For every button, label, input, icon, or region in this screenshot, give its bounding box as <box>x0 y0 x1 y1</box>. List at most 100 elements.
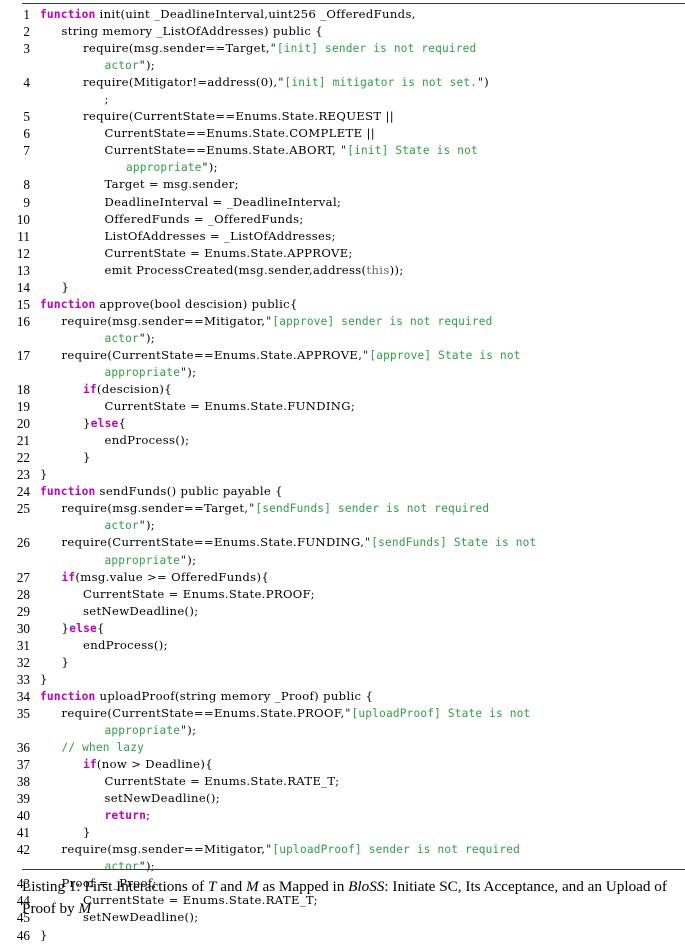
code-line: 34 function uploadProof(string memory _Pr… <box>0 688 685 705</box>
code-line: 40 return; <box>0 807 685 824</box>
code-line: 3 require(msg.sender==Target,"[init] send… <box>0 40 685 57</box>
code-token-id: OfferedFunds = _OfferedFunds; <box>104 211 304 226</box>
code-token-str: appropriate <box>104 723 181 737</box>
code-text: function init(uint _DeadlineInterval,uin… <box>40 6 416 23</box>
code-token-id: ); <box>187 364 197 379</box>
code-text: CurrentState==Enums.State.COMPLETE || <box>105 125 375 142</box>
line-number: 30 <box>16 620 30 636</box>
line-number: 24 <box>16 484 30 500</box>
code-line: 5 require(CurrentState==Enums.State.REQUE… <box>0 108 685 125</box>
code-text: require(msg.sender==Mitigator,"[approve]… <box>62 313 493 330</box>
code-token-kw: else <box>90 417 119 431</box>
code-token-str: actor <box>104 59 139 73</box>
caption-emphasis: T <box>208 878 217 895</box>
code-line: 10 OfferedFunds = _OfferedFunds; <box>0 211 685 228</box>
code-line: 32} <box>0 654 685 671</box>
code-token-id: string memory _ListOfAddresses) public { <box>61 24 323 39</box>
line-number: 21 <box>16 433 30 449</box>
code-token-id: endProcess(); <box>83 637 168 652</box>
code-token-str: [init] sender is not required <box>276 42 477 56</box>
code-text: require(CurrentState==Enums.State.APPROV… <box>62 347 521 364</box>
code-line: 4 require(Mitigator!=address(0),"[init] m… <box>0 74 685 91</box>
code-token-id: require(CurrentState==Enums.State.PROOF, <box>61 705 345 720</box>
code-line: 17 require(CurrentState==Enums.State.APPR… <box>0 347 685 364</box>
code-text: } <box>83 824 91 841</box>
code-token-id: Target = msg.sender; <box>104 177 239 192</box>
line-number: 9 <box>23 194 30 210</box>
code-text: } <box>40 466 48 483</box>
code-token-str: appropriate <box>104 365 181 379</box>
code-line: actor"); <box>0 517 685 534</box>
code-line: ; <box>0 91 685 108</box>
line-number: 12 <box>16 245 30 261</box>
line-number: 37 <box>16 757 30 773</box>
code-text: setNewDeadline(); <box>83 603 199 620</box>
code-token-qt: " <box>138 519 146 533</box>
line-number: 35 <box>16 705 30 721</box>
code-token-id: setNewDeadline(); <box>83 603 199 618</box>
line-number: 33 <box>16 671 30 687</box>
code-token-id: ); <box>145 859 156 874</box>
line-number: 31 <box>16 637 30 653</box>
code-text: appropriate"); <box>105 552 197 569</box>
code-line: 46} <box>0 927 685 944</box>
code-token-id: require(msg.sender==Mitigator, <box>61 313 266 328</box>
line-number: 19 <box>16 399 30 415</box>
code-token-id: } <box>83 416 91 431</box>
code-text: endProcess(); <box>105 432 190 449</box>
line-number: 1 <box>23 7 30 22</box>
code-token-id: ); <box>187 552 197 567</box>
code-text: appropriate"); <box>105 364 197 381</box>
code-line: appropriate"); <box>0 364 685 381</box>
line-number: 26 <box>16 535 30 551</box>
code-token-str: appropriate <box>104 553 181 567</box>
code-text: CurrentState = Enums.State.RATE_T; <box>105 773 340 790</box>
code-token-id: require(msg.sender==Target, <box>61 501 249 516</box>
code-token-id: require(CurrentState==Enums.State.FUNDIN… <box>61 535 365 550</box>
code-text: } <box>40 671 48 688</box>
code-token-id: ); <box>145 518 156 533</box>
code-text: require(msg.sender==Mitigator,"[uploadPr… <box>62 841 521 858</box>
code-text: return; <box>105 807 151 824</box>
code-text: require(CurrentState==Enums.State.REQUES… <box>83 108 394 125</box>
code-line: 36 // when lazy <box>0 739 685 756</box>
code-line: appropriate"); <box>0 722 685 739</box>
code-token-kw: function <box>40 8 96 21</box>
code-text: if(descision){ <box>83 381 172 398</box>
line-number: 22 <box>16 450 30 466</box>
code-line: 35 require(CurrentState==Enums.State.PROO… <box>0 705 685 722</box>
code-token-str: [uploadProof] sender is not required <box>272 843 521 857</box>
code-line: 25 require(msg.sender==Target,"[sendFunds… <box>0 500 685 517</box>
code-text: CurrentState==Enums.State.ABORT, "[init]… <box>105 142 478 159</box>
code-token-str: actor <box>104 331 139 345</box>
line-number: 25 <box>16 501 30 517</box>
code-text: CurrentState = Enums.State.FUNDING; <box>105 398 356 415</box>
code-line: 21 endProcess(); <box>0 432 685 449</box>
code-text: actor"); <box>105 517 156 534</box>
code-token-qt: " <box>138 59 146 73</box>
code-token-str: [uploadProof] State is not <box>351 706 531 720</box>
line-number: 13 <box>16 262 30 278</box>
code-text: require(msg.sender==Target,"[init] sende… <box>83 40 476 57</box>
code-token-id: )); <box>389 262 404 277</box>
code-text: } <box>83 449 91 466</box>
line-number: 4 <box>23 75 30 91</box>
code-token-str: [sendFunds] sender is not required <box>255 502 490 516</box>
line-number: 46 <box>16 927 30 943</box>
code-token-id: ; <box>104 92 109 107</box>
code-line: 14} <box>0 279 685 296</box>
line-number: 7 <box>23 143 30 159</box>
code-text: string memory _ListOfAddresses) public { <box>62 23 323 40</box>
code-token-cmt: // when lazy <box>61 741 145 755</box>
code-token-id: } <box>83 825 91 840</box>
code-token-id: uploadProof(string memory _Proof) public… <box>95 688 374 703</box>
code-line: 8 Target = msg.sender; <box>0 176 685 193</box>
caption-text: First Interactions of <box>80 878 209 895</box>
code-token-id: ); <box>208 160 218 175</box>
code-text: } <box>62 654 70 671</box>
code-text: actor"); <box>105 858 156 875</box>
code-text: }else{ <box>83 415 126 432</box>
code-line: 11 ListOfAddresses = _ListOfAddresses; <box>0 228 685 245</box>
caption-text: as Mapped in <box>258 878 349 895</box>
code-token-id: emit ProcessCreated(msg.sender,address( <box>104 262 367 277</box>
